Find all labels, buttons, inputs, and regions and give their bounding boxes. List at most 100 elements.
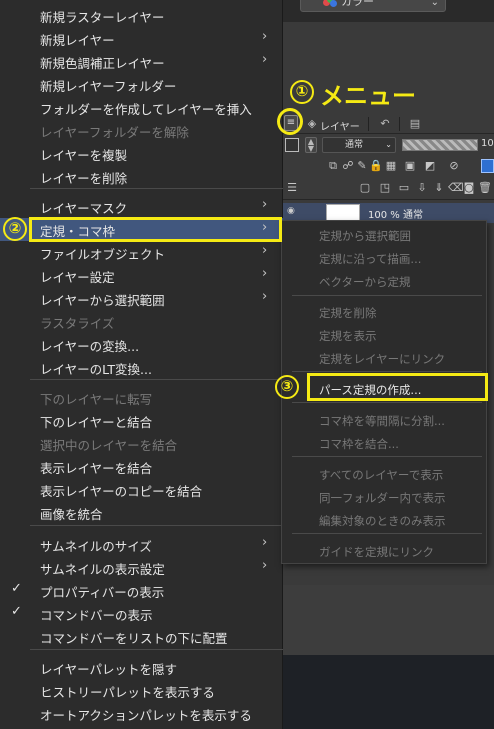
opacity-slider[interactable] (402, 139, 478, 151)
chevron-right-icon: › (262, 535, 268, 550)
opacity-value: 10 (481, 138, 494, 149)
menu-item-label: 選択中のレイヤーを結合 (40, 438, 178, 453)
menu-button-highlight (277, 108, 303, 135)
menu-item[interactable]: 新規レイヤーフォルダー (0, 73, 283, 96)
submenu-item-label: 定規に沿って描画... (319, 252, 422, 266)
menu-item-label: 新規レイヤー (40, 33, 115, 48)
menu-item[interactable]: 表示レイヤーを結合 (0, 455, 283, 478)
menu-separator (30, 188, 283, 189)
chevron-down-icon: ⌄ (430, 0, 439, 8)
menu-item-label: ラスタライズ (40, 316, 115, 331)
menu-item-label: レイヤーの変換... (40, 339, 140, 354)
menu-item[interactable]: ✓ コマンドバーの表示 (0, 602, 283, 625)
menu-item-label: 画像を統合 (40, 507, 103, 522)
list-icon[interactable]: ☰ (285, 181, 299, 195)
delete-layer-icon[interactable]: ⌫ (448, 181, 464, 195)
step1-number: ① (290, 80, 314, 104)
menu-item-label: サムネイルの表示設定 (40, 562, 165, 577)
submenu-item: 定規に沿って描画... (282, 247, 488, 270)
order-stepper[interactable]: ▲ ▼ (305, 137, 317, 153)
submenu-item-label: ガイドを定規にリンク (319, 545, 434, 559)
menu-item[interactable]: 画像を統合 (0, 501, 283, 524)
menu-item-label: フォルダーを作成してレイヤーを挿入 (40, 102, 252, 117)
checkmark-icon: ✓ (11, 604, 22, 619)
color-dropdown[interactable]: カラー ⌄ (300, 0, 446, 12)
menu-item[interactable]: レイヤーのLT変換... (0, 356, 283, 379)
submenu-item-label: ベクターから定規 (319, 275, 411, 289)
menu-item[interactable]: レイヤーを削除 (0, 165, 283, 188)
clip-icon[interactable]: ⧉ (326, 159, 340, 173)
layer-color-accent[interactable] (481, 159, 494, 173)
hide-ruler-icon[interactable]: ⊘ (447, 159, 461, 173)
mask-icon[interactable]: ▣ (403, 159, 417, 173)
submenu-item-label: 定規を削除 (319, 306, 377, 320)
menu-item[interactable]: レイヤーを複製 (0, 142, 283, 165)
lock-transparency-icon[interactable]: ▦ (384, 159, 398, 173)
trash-icon[interactable]: 🗑 (478, 181, 492, 195)
eye-icon[interactable]: ◉ (287, 206, 295, 216)
submenu-item: 定規から選択範囲 (282, 224, 488, 247)
menu-item[interactable]: サムネイルの表示設定 › (0, 556, 283, 579)
menu-item[interactable]: ファイルオブジェクト › (0, 241, 283, 264)
menu-item[interactable]: オートアクションパレットを表示する (0, 702, 283, 725)
step3-number: ③ (275, 375, 299, 399)
menu-item-label: ファイルオブジェクト (40, 247, 166, 262)
new-vector-icon[interactable]: ◳ (378, 181, 392, 195)
new-folder-icon[interactable]: ▭ (397, 181, 411, 195)
menu-item: レイヤーフォルダーを解除 (0, 119, 283, 142)
layer-color-swatch[interactable] (285, 138, 299, 152)
menu-item[interactable]: レイヤーパレットを隠す (0, 656, 283, 679)
submenu-item: 同一フォルダー内で表示 (282, 486, 488, 509)
menu-item[interactable]: レイヤーマスク › (0, 195, 283, 218)
menu-item-label: 表示レイヤーを結合 (40, 461, 153, 476)
new-raster-icon[interactable]: ▢ (358, 181, 372, 195)
menu-item[interactable]: ヒストリーパレットを表示する (0, 679, 283, 702)
ruler-icon[interactable]: ◩ (423, 159, 437, 173)
menu-item-label: 表示レイヤーのコピーを結合 (40, 484, 203, 499)
transfer-down-icon[interactable]: ⇩ (415, 181, 429, 195)
menu-separator (30, 649, 283, 650)
menu-item[interactable]: 下のレイヤーと結合 (0, 409, 283, 432)
chevron-right-icon: › (262, 266, 268, 281)
chevron-right-icon: › (262, 29, 268, 44)
menu-item-label: コマンドバーをリストの下に配置 (40, 631, 228, 646)
menu-item[interactable]: 新規レイヤー › (0, 27, 283, 50)
history-tab-icon[interactable]: ↶ (378, 118, 392, 130)
menu-item[interactable]: コマンドバーをリストの下に配置 (0, 625, 283, 648)
menu-item[interactable]: レイヤーの変換... (0, 333, 283, 356)
chevron-right-icon: › (262, 289, 268, 304)
auto-action-tab-icon[interactable]: ▤ (408, 118, 422, 130)
layers-stack-icon[interactable]: ◈ (305, 118, 319, 130)
submenu-item-label: 定規を表示 (319, 329, 377, 343)
submenu-item: 定規を削除 (282, 301, 488, 324)
step2-highlight-box (29, 217, 282, 242)
checkmark-icon: ✓ (11, 581, 22, 596)
menu-item[interactable]: サムネイルのサイズ › (0, 533, 283, 556)
tab-layer[interactable]: レイヤー (320, 118, 360, 133)
menu-item[interactable]: ✓ プロパティバーの表示 (0, 579, 283, 602)
submenu-item-label: 編集対象のときのみ表示 (319, 514, 446, 528)
draft-icon[interactable]: ✎ (355, 159, 369, 173)
submenu-separator (292, 402, 482, 403)
menu-item[interactable]: レイヤー設定 › (0, 264, 283, 287)
menu-separator (30, 379, 283, 380)
submenu-item: 定規をレイヤーにリンク (282, 347, 488, 370)
reference-icon[interactable]: ☍ (341, 159, 355, 173)
menu-item-label: オートアクションパレットを表示する (40, 708, 252, 723)
mask-add-icon[interactable]: ◙ (462, 181, 476, 195)
lock-icon[interactable]: 🔒 (369, 159, 383, 173)
menu-item[interactable]: 表示レイヤーのコピーを結合 (0, 478, 283, 501)
layer-info: 100 % 通常 (368, 210, 423, 221)
submenu-item-label: 定規から選択範囲 (319, 229, 411, 243)
submenu-item: ベクターから定規 (282, 270, 488, 293)
menu-item: ラスタライズ (0, 310, 283, 333)
menu-item[interactable]: 新規色調補正レイヤー › (0, 50, 283, 73)
blend-mode-select[interactable]: 通常 ⌄ (322, 137, 396, 153)
chevron-right-icon: › (262, 243, 268, 258)
menu-item-label: レイヤー設定 (40, 270, 115, 285)
merge-down-icon[interactable]: ⇓ (432, 181, 446, 195)
menu-item[interactable]: 新規ラスターレイヤー (0, 4, 283, 27)
menu-item[interactable]: レイヤーから選択範囲 › (0, 287, 283, 310)
palette-lower-area (282, 585, 494, 655)
menu-item[interactable]: フォルダーを作成してレイヤーを挿入 (0, 96, 283, 119)
